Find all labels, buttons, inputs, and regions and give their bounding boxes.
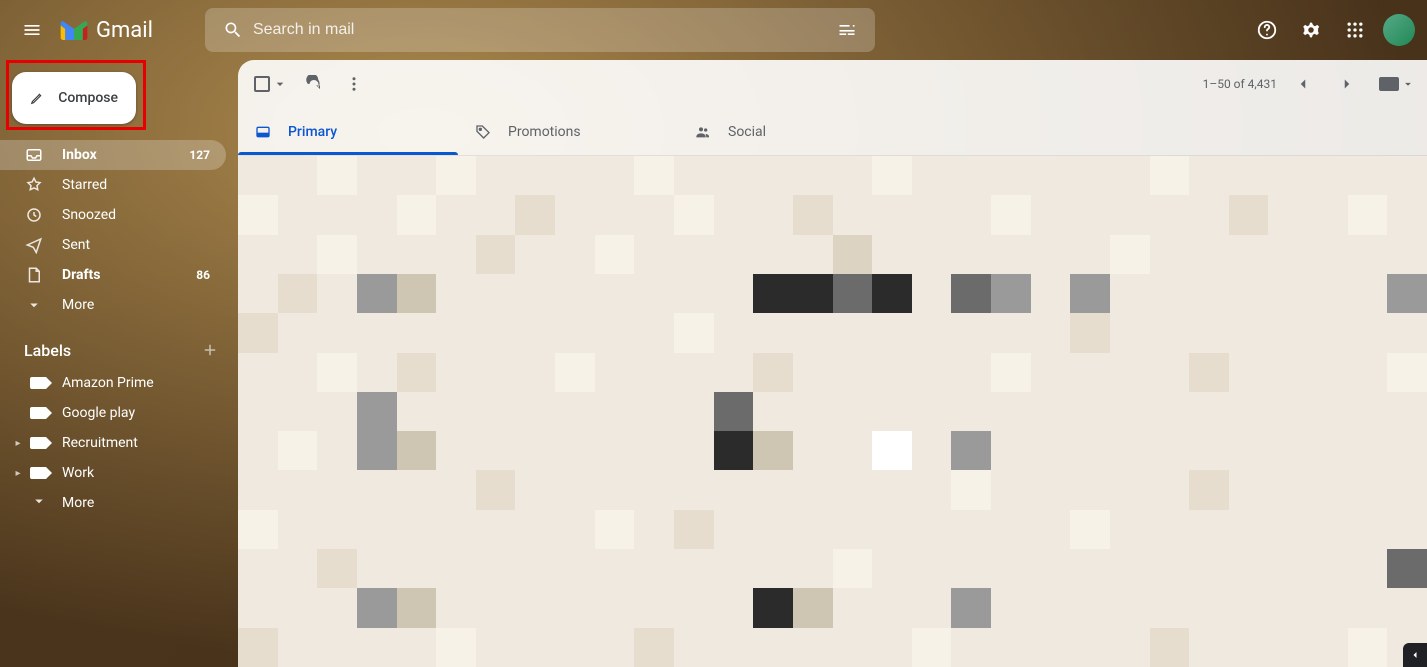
refresh-button[interactable] xyxy=(296,66,332,102)
gear-icon xyxy=(1300,19,1322,41)
refresh-icon xyxy=(305,75,323,93)
nav-label: Snoozed xyxy=(62,207,210,223)
sidebar-item-snoozed[interactable]: Snoozed xyxy=(0,200,226,230)
label-text: Google play xyxy=(62,405,135,421)
nav-label: Starred xyxy=(62,177,210,193)
search-bar xyxy=(205,8,875,52)
nav-label: Drafts xyxy=(62,267,178,283)
account-avatar[interactable] xyxy=(1383,14,1415,46)
nav-label: More xyxy=(62,297,210,313)
app-header: Gmail xyxy=(0,0,1427,60)
help-icon xyxy=(1256,19,1278,41)
more-vert-icon xyxy=(345,75,363,93)
clock-icon xyxy=(24,205,44,225)
sidebar-item-starred[interactable]: Starred xyxy=(0,170,226,200)
labels-header: Labels xyxy=(0,320,238,368)
people-icon xyxy=(694,123,712,141)
inbox-tab-icon xyxy=(254,123,272,141)
expand-icon xyxy=(24,295,44,315)
label-item-amazon-prime[interactable]: Amazon Prime xyxy=(0,368,238,398)
nav-count: 127 xyxy=(189,148,210,162)
label-item-work[interactable]: ▸ Work xyxy=(0,458,238,488)
expand-toggle[interactable]: ▸ xyxy=(12,468,24,479)
support-button[interactable] xyxy=(1247,10,1287,50)
sidebar-item-inbox[interactable]: Inbox 127 xyxy=(0,140,226,170)
tab-label: Promotions xyxy=(508,124,581,140)
google-apps-button[interactable] xyxy=(1335,10,1375,50)
app-name: Gmail xyxy=(96,18,153,43)
chevron-down-icon xyxy=(1401,77,1415,91)
hamburger-icon xyxy=(22,20,42,40)
pencil-icon xyxy=(30,88,44,108)
tab-label: Social xyxy=(728,124,766,140)
label-text: Recruitment xyxy=(62,435,138,451)
label-text: More xyxy=(62,495,94,511)
checkbox-icon xyxy=(254,76,270,92)
compose-button[interactable]: Compose xyxy=(12,72,136,124)
expand-icon xyxy=(30,492,46,514)
gmail-logo-icon xyxy=(60,20,88,40)
side-panel-toggle[interactable] xyxy=(1403,643,1427,667)
main-content: 1–50 of 4,431 Primary Promotions Social xyxy=(238,60,1427,667)
search-icon xyxy=(223,20,243,40)
search-input[interactable] xyxy=(253,21,827,39)
chevron-down-icon xyxy=(272,76,288,92)
chevron-right-icon xyxy=(1338,75,1356,93)
label-tag-icon xyxy=(30,437,46,449)
star-icon xyxy=(24,175,44,195)
tab-label: Primary xyxy=(288,124,337,140)
add-label-button[interactable] xyxy=(198,338,222,362)
main-menu-button[interactable] xyxy=(12,10,52,50)
send-icon xyxy=(24,235,44,255)
nav-label: Sent xyxy=(62,237,210,253)
chevron-left-icon xyxy=(1409,649,1421,661)
more-actions-button[interactable] xyxy=(336,66,372,102)
pagination-info: 1–50 of 4,431 xyxy=(1203,77,1277,91)
draft-icon xyxy=(24,265,44,285)
compose-label: Compose xyxy=(58,90,118,106)
search-options-button[interactable] xyxy=(827,10,867,50)
chevron-left-icon xyxy=(1294,75,1312,93)
toolbar: 1–50 of 4,431 xyxy=(238,60,1427,108)
prev-page-button[interactable] xyxy=(1285,66,1321,102)
keyboard-icon xyxy=(1379,77,1399,91)
tab-social[interactable]: Social xyxy=(678,108,898,155)
sidebar-item-drafts[interactable]: Drafts 86 xyxy=(0,260,226,290)
label-tag-icon xyxy=(30,407,46,419)
inbox-icon xyxy=(24,145,44,165)
plus-icon xyxy=(201,341,219,359)
label-item-google-play[interactable]: Google play xyxy=(0,398,238,428)
nav-label: Inbox xyxy=(62,147,171,163)
settings-button[interactable] xyxy=(1291,10,1331,50)
label-text: Amazon Prime xyxy=(62,375,154,391)
email-list-area xyxy=(238,156,1427,667)
tab-promotions[interactable]: Promotions xyxy=(458,108,678,155)
category-tabs: Primary Promotions Social xyxy=(238,108,1427,156)
label-tag-icon xyxy=(30,377,46,389)
label-tag-icon xyxy=(30,467,46,479)
select-all-checkbox[interactable] xyxy=(250,72,292,96)
label-item-recruitment[interactable]: ▸ Recruitment xyxy=(0,428,238,458)
expand-toggle[interactable]: ▸ xyxy=(12,438,24,449)
gmail-logo[interactable]: Gmail xyxy=(60,18,153,43)
nav-count: 86 xyxy=(196,268,210,282)
input-tools-button[interactable] xyxy=(1379,77,1415,91)
labels-title: Labels xyxy=(24,341,71,360)
next-page-button[interactable] xyxy=(1329,66,1365,102)
label-text: Work xyxy=(62,465,94,481)
apps-grid-icon xyxy=(1345,20,1365,40)
sidebar-item-more[interactable]: More xyxy=(0,290,226,320)
search-button[interactable] xyxy=(213,10,253,50)
sidebar: Compose Inbox 127 Starred Snoozed Sent Drafts… xyxy=(0,60,238,667)
tag-icon xyxy=(474,123,492,141)
sidebar-item-sent[interactable]: Sent xyxy=(0,230,226,260)
label-item-more[interactable]: More xyxy=(0,488,238,518)
tune-icon xyxy=(837,20,857,40)
header-actions xyxy=(1247,10,1415,50)
tab-primary[interactable]: Primary xyxy=(238,108,458,155)
